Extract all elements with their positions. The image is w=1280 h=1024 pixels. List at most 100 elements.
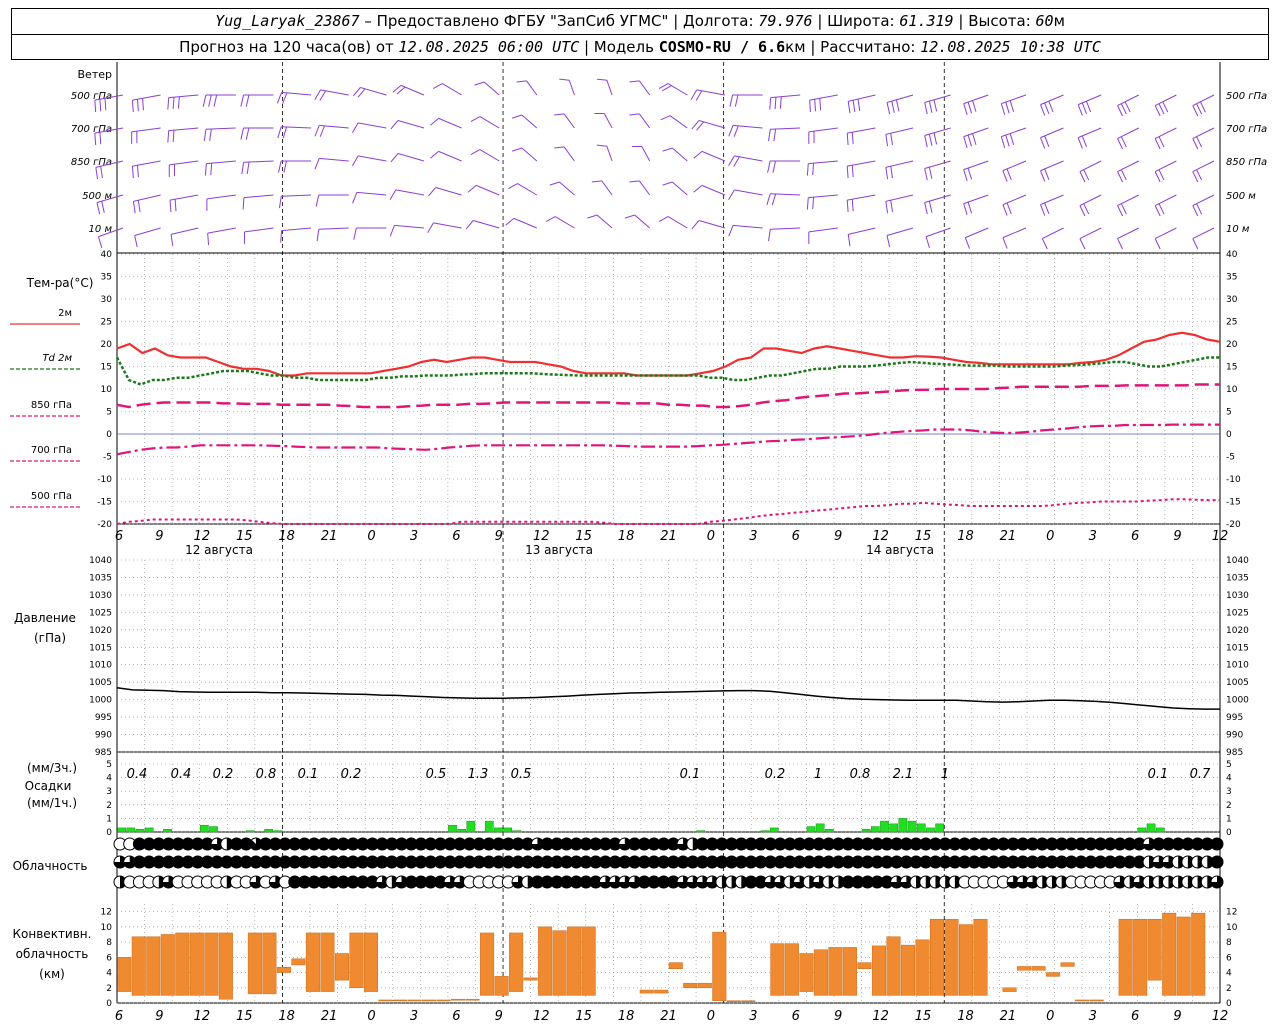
wind-barb [470,116,500,129]
wind-barb-flag [467,184,477,193]
wind-barb-flag [733,156,740,167]
pressure-tick-right: 1030 [1226,591,1249,601]
wind-barb-flag [774,97,777,110]
wind-barb-flag [693,184,703,193]
wind-barb-flag [1081,102,1087,114]
wind-barb [728,155,763,167]
wind-barb-flag [174,199,177,212]
temp-tick-right: 40 [1226,250,1238,260]
wind-barb-flag [1002,237,1008,249]
wind-barb-staff [438,117,462,129]
wind-barb [886,94,914,115]
wind-barb [690,89,726,101]
temp-tick-right: 30 [1226,295,1238,305]
precip-bar [245,830,255,833]
wind-barb-flag [768,229,771,242]
wind-barb-flag [967,101,973,114]
wind-barb-flag [1117,238,1123,250]
wind-barb-flag [691,120,700,130]
conv-tick-left: 4 [106,969,112,979]
wind-barb-flag [1154,205,1161,217]
wind-barb-flag [1192,205,1199,217]
wind-barb-flag [559,78,570,81]
wind-barb-staff [1154,94,1177,107]
wind-barb-staff [1040,94,1064,106]
wind-barb [240,94,274,107]
wind-barb [278,194,312,209]
precip-tick-left: 4 [106,774,112,784]
temp-tick-left: -10 [97,475,112,485]
wind-barb-flag [167,130,170,143]
wind-barb-staff [1040,160,1064,172]
wind-barb-flag [1079,205,1086,217]
wind-barb-flag [545,216,556,223]
wind-barb [278,160,312,173]
wind-barb [847,227,876,247]
precip-bar [209,826,218,833]
wind-barb-flag [1117,105,1123,117]
precip-bar [870,826,880,833]
conv-tick-right: 12 [1226,908,1237,918]
wind-barb-flag [895,99,900,112]
wind-barb-staff [1040,127,1064,139]
wind-barb-flag [963,203,968,216]
wind-barb [204,160,236,176]
wind-barb-flag [352,87,361,97]
wind-barb-flag [1040,170,1046,182]
wind-barb [691,120,726,131]
wind-barb-staff [517,183,538,196]
wind-barb [470,149,500,162]
wind-barb [353,227,387,240]
wind-barb [1077,127,1102,149]
wind-barb [352,87,387,98]
wind-barb-flag [137,200,141,213]
wind-barb [1079,227,1102,250]
wind-level-label-right: 850 гПа [1226,157,1267,168]
precip-total-label: 0.8 [256,767,277,782]
wind-barb-staff [606,146,613,162]
wind-level-label-left: 500 м [82,191,112,202]
pressure-tick-right: 1005 [1226,678,1249,688]
wind-barb [1000,127,1027,149]
convective-bar [1147,918,1162,981]
convective-bar [929,918,944,996]
wind-barb [314,124,349,137]
wind-barb-flag [470,149,481,156]
wind-barb [241,160,274,175]
wind-barb-flag [809,100,811,113]
wind-barb [351,155,387,166]
precip-total-label: 1 [814,767,822,782]
time-axis-label-lower: 9 [1173,1009,1181,1024]
convective-bar [378,999,393,1002]
convective-bar [131,936,146,996]
wind-barb-flag [167,97,170,110]
time-axis-label-upper: 15 [915,529,932,544]
temp-tick-left: 20 [101,340,113,350]
wind-barb-flag [886,102,891,115]
wind-barb-staff [1154,160,1177,173]
time-axis-label-upper: 6 [792,529,800,544]
wind-barb-flag [1154,138,1161,150]
wind-barb-flag [1196,169,1203,181]
convective-bar [305,932,320,992]
wind-barb [474,81,500,96]
wind-barb-staff [848,94,876,102]
pressure-tick-left: 995 [95,713,112,723]
precip-bar [907,820,917,833]
wind-barb-flag [137,99,139,112]
precip-total-label: 0.4 [127,767,148,782]
wind-barb-flag [1009,100,1015,112]
wind-barb-flag [314,158,320,170]
wind-barb [202,94,236,107]
wind-barb [594,113,613,129]
wind-barb [1154,194,1177,217]
wind-barb-flag [134,235,138,248]
wind-barb-staff [1002,227,1027,239]
time-axis-label-lower: 12 [1212,1009,1229,1024]
time-axis-label-upper: 0 [1046,529,1054,544]
wind-barb [203,127,236,142]
wind-barb [206,194,236,211]
pressure-tick-right: 1035 [1226,573,1249,583]
wind-barb-staff [168,127,199,132]
wind-barb-flag [1002,170,1008,182]
